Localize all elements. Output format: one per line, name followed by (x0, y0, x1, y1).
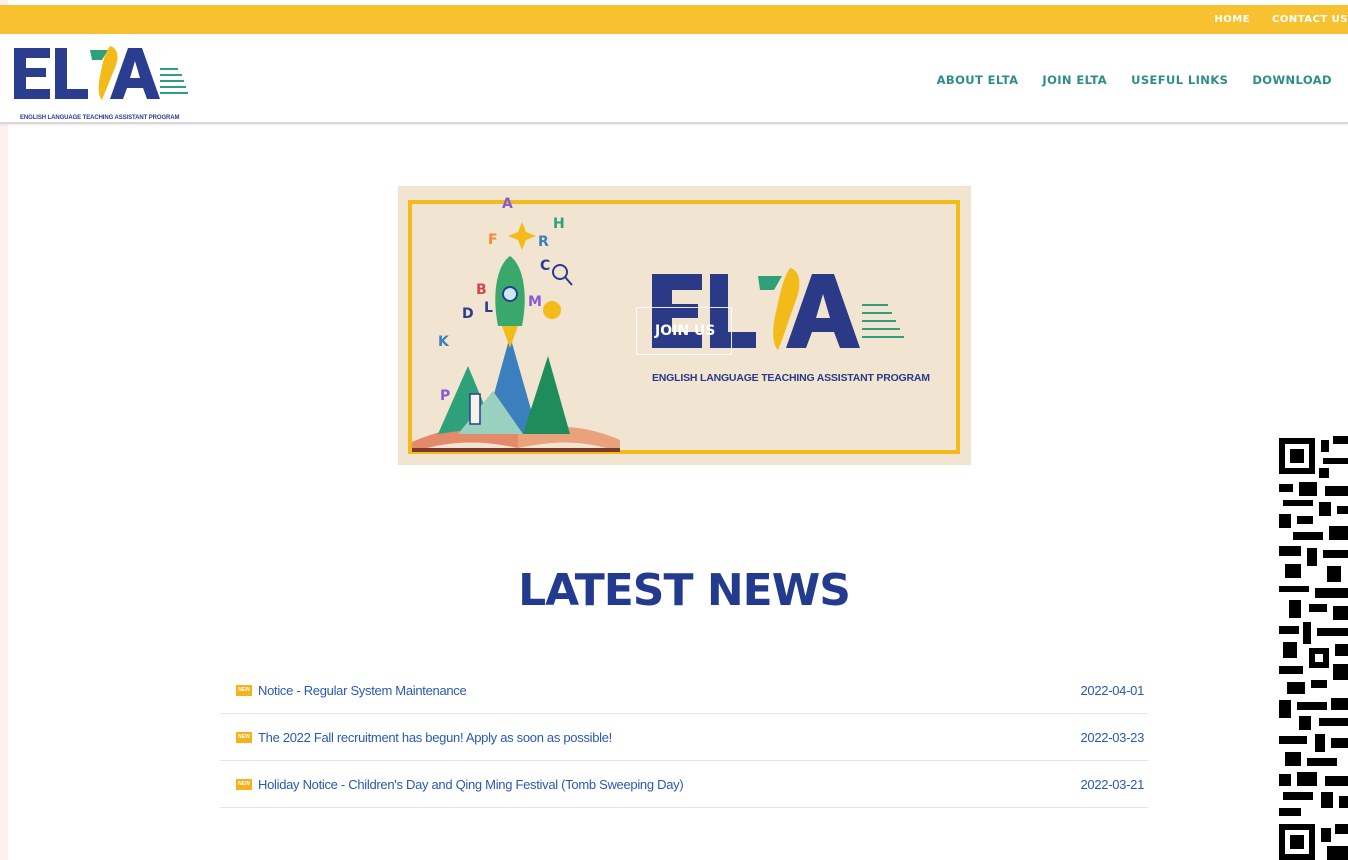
doodle-letter: B (476, 282, 487, 298)
doodle-letter: C (540, 258, 550, 274)
doodle-letter: D (462, 306, 474, 322)
doodle-letter: M (528, 294, 542, 310)
news-item-link[interactable]: Notice - Regular System Maintenance (258, 683, 467, 698)
main-nav: ABOUT ELTA JOIN ELTA USEFUL LINKS DOWNLO… (913, 73, 1332, 87)
doodle-letter: P (440, 388, 450, 404)
news-item-date: 2022-03-23 (1080, 729, 1145, 745)
qr-code-pattern (1279, 436, 1348, 860)
elta-logo[interactable]: ENGLISH LANGUAGE TEACHING ASSISTANT PROG… (10, 42, 190, 122)
top-utility-bar: HOME CONTACT US (0, 5, 1348, 34)
elta-logo-mark (14, 46, 188, 100)
news-item-link[interactable]: Holiday Notice - Children's Day and Qing… (258, 777, 684, 792)
doodle-letter: A (502, 196, 513, 212)
news-item-link[interactable]: The 2022 Fall recruitment has begun! App… (258, 730, 612, 745)
news-list: NEW Notice - Regular System Maintenance … (220, 667, 1148, 808)
news-item-date: 2022-03-21 (1080, 776, 1145, 792)
latest-news-title: LATEST NEWS (518, 565, 851, 616)
doodle-letter: F (488, 232, 498, 248)
doodle-letter: K (438, 334, 450, 350)
news-item-date: 2022-04-01 (1080, 682, 1145, 698)
join-us-button[interactable]: JOIN US (636, 307, 732, 355)
site-header: ENGLISH LANGUAGE TEACHING ASSISTANT PROG… (0, 34, 1348, 124)
page-left-edge (0, 0, 8, 860)
doodle-letter: H (553, 216, 565, 232)
new-badge: NEW (236, 731, 252, 743)
banner-caption: ENGLISH LANGUAGE TEACHING ASSISTANT PROG… (652, 372, 930, 384)
nav-download[interactable]: DOWNLOAD (1252, 73, 1332, 87)
news-item: NEW Holiday Notice - Children's Day and … (220, 761, 1148, 808)
new-badge: NEW (236, 684, 252, 696)
nav-about-elta[interactable]: ABOUT ELTA (937, 73, 1019, 87)
news-item: NEW Notice - Regular System Maintenance … (220, 667, 1148, 714)
qr-code[interactable] (1279, 436, 1348, 860)
new-badge: NEW (236, 778, 252, 790)
doodle-letter: L (484, 300, 493, 316)
news-item: NEW The 2022 Fall recruitment has begun!… (220, 714, 1148, 761)
nav-useful-links[interactable]: USEFUL LINKS (1131, 73, 1228, 87)
doodle-letter: R (538, 234, 549, 250)
home-link[interactable]: HOME (1214, 14, 1250, 25)
contact-us-link[interactable]: CONTACT US (1272, 14, 1348, 25)
nav-join-elta[interactable]: JOIN ELTA (1042, 73, 1107, 87)
logo-subtitle: ENGLISH LANGUAGE TEACHING ASSISTANT PROG… (20, 115, 180, 121)
hero-banner[interactable]: A H F R C B D L M K P JOIN US ENGLISH LA… (398, 186, 971, 465)
